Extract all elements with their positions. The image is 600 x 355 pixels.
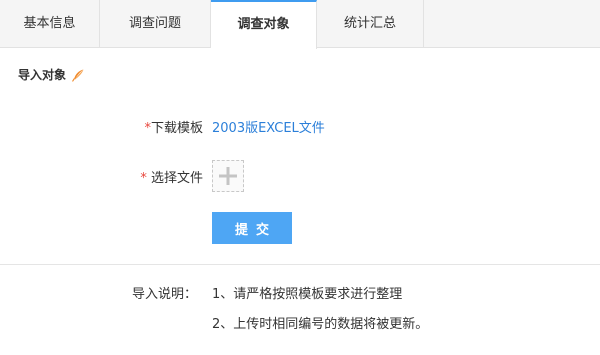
tab-bar: 基本信息 调查问题 调查对象 统计汇总: [0, 0, 600, 49]
template-label: *下载模板: [103, 117, 203, 136]
tab-basic-info[interactable]: 基本信息: [0, 0, 100, 48]
note-item: 1、请严格按照模板要求进行整理: [212, 287, 403, 302]
file-label-text: 选择文件: [150, 171, 203, 186]
required-mark: *: [140, 171, 147, 186]
quill-icon: [71, 68, 85, 82]
section-title: 导入对象: [18, 66, 85, 83]
note-item: 2、上传时相同编号的数据将被更新。: [212, 317, 429, 332]
file-label: * 选择文件: [103, 167, 203, 186]
tab-statistics-summary[interactable]: 统计汇总: [317, 0, 424, 48]
download-template-link[interactable]: 2003版EXCEL文件: [212, 117, 325, 136]
tab-survey-questions[interactable]: 调查问题: [100, 0, 211, 48]
submit-button[interactable]: 提交: [212, 212, 292, 244]
divider: [0, 264, 600, 265]
tab-survey-targets[interactable]: 调查对象: [211, 0, 317, 49]
notes-label: 导入说明：: [132, 287, 198, 302]
file-upload-button[interactable]: [212, 160, 244, 192]
template-label-text: 下载模板: [150, 121, 203, 136]
plus-icon: [219, 167, 237, 185]
section-title-text: 导入对象: [18, 68, 67, 82]
